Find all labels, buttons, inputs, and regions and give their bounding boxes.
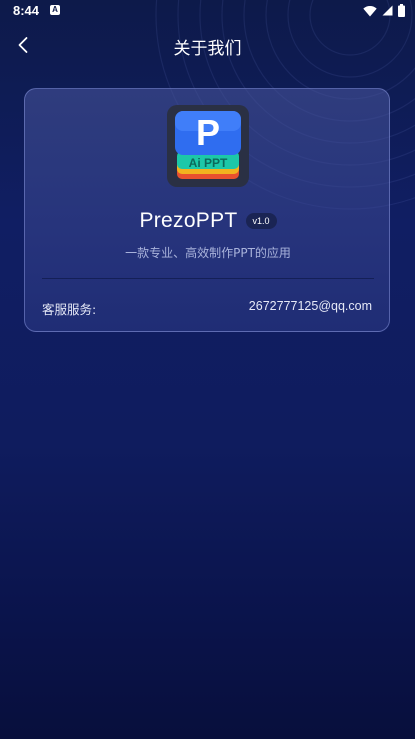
app-name: PrezoPPT <box>139 209 238 232</box>
app-logo-graphic: P Ai PPT <box>175 111 241 179</box>
app-description: 一款专业、高效制作PPT的应用 <box>125 246 291 260</box>
logo-letter: P <box>196 112 220 153</box>
a-icon: A <box>50 5 60 15</box>
status-bar: 8:44 A <box>0 0 415 24</box>
signal-icon <box>382 5 393 16</box>
battery-icon <box>398 4 405 17</box>
customer-service-email[interactable]: 2672777125@qq.com <box>249 299 372 313</box>
logo-caption: Ai PPT <box>189 156 228 170</box>
wifi-icon <box>363 5 377 16</box>
page-title: 关于我们 <box>173 39 242 59</box>
app-name-row: PrezoPPT v1.0 <box>25 209 391 233</box>
version-badge: v1.0 <box>245 213 277 229</box>
status-icons <box>363 4 405 17</box>
about-card: P Ai PPT PrezoPPT v1.0 一款专业、高效制作PPT的应用 客… <box>24 88 390 332</box>
divider <box>42 278 374 279</box>
status-time: 8:44 <box>13 3 40 18</box>
customer-service-label: 客服服务: <box>42 302 97 317</box>
app-logo: P Ai PPT <box>167 105 249 187</box>
